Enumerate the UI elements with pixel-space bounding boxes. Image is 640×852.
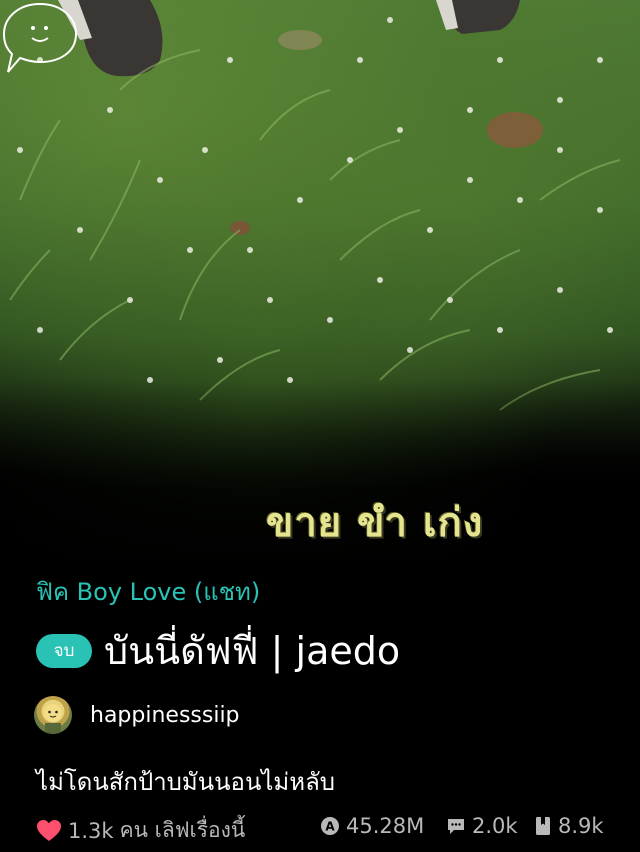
author-name[interactable]: happinesssiip — [90, 703, 240, 728]
comments-stat: 2.0k — [446, 814, 518, 838]
cover-caption: ขาย ขำ เก่ง — [266, 500, 484, 546]
synopsis: ไม่โดนสักป้าบมันนอนไม่หลับ — [36, 768, 336, 796]
views-count: 45.28M — [346, 814, 425, 838]
likes-stat[interactable]: 1.3k คน เลิฟเรื่องนี้ — [36, 814, 245, 847]
comments-count: 2.0k — [472, 814, 518, 838]
story-title: บันนี่ดัฟฟี่ | jaedo — [104, 629, 401, 673]
likes-suffix: คน เลิฟเรื่องนี้ — [119, 818, 246, 842]
bookmarks-stat: 8.9k — [534, 814, 604, 838]
story-page: ขาย ขำ เก่ง ฟิค Boy Love (แชท) จบ บันนี่… — [0, 0, 640, 852]
cover-image: ขาย ขำ เก่ง — [0, 0, 640, 580]
svg-text:A: A — [325, 820, 335, 834]
stats-row: 1.3k คน เลิฟเรื่องนี้ A 45.28M 2.0k 8.9k — [36, 814, 616, 846]
bookmark-icon — [534, 816, 552, 836]
author-row[interactable]: happinesssiip — [34, 696, 240, 734]
avatar-image — [44, 704, 62, 734]
likes-count: 1.3k — [68, 818, 114, 843]
heart-icon — [36, 819, 62, 843]
views-stat: A 45.28M — [320, 814, 424, 838]
genre-label[interactable]: ฟิค Boy Love (แชท) — [36, 572, 260, 611]
status-badge: จบ — [36, 633, 92, 668]
speech-bubble-icon — [2, 2, 78, 73]
views-icon: A — [320, 816, 340, 836]
title-row: จบ บันนี่ดัฟฟี่ | jaedo — [36, 620, 400, 681]
avatar[interactable] — [34, 696, 72, 734]
comment-icon — [446, 816, 466, 836]
bookmarks-count: 8.9k — [558, 814, 604, 838]
